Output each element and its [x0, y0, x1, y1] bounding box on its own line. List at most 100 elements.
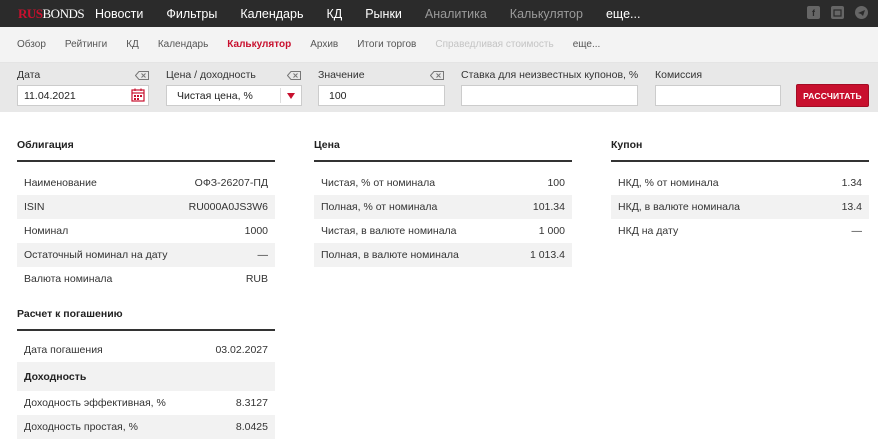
row-label: НКД, % от номинала [618, 177, 719, 189]
nav-item-calculator[interactable]: Калькулятор [510, 7, 583, 21]
row-label: НКД, в валюте номинала [618, 201, 740, 213]
nav-item-kd[interactable]: КД [326, 7, 342, 21]
price-rows: Чистая, % от номинала 100 Полная, % от но… [314, 171, 572, 267]
clear-date-icon[interactable] [135, 71, 149, 80]
tab-trading-results[interactable]: Итоги торгов [357, 39, 416, 50]
coupon-section-title: Купон [611, 139, 869, 162]
row-label: Чистая, % от номинала [321, 177, 436, 189]
table-row: Полная, % от номинала 101.34 [314, 195, 572, 219]
unknown-coupon-rate-label: Ставка для неизвестных купонов, % [461, 69, 639, 81]
yield-subheader: Доходность [17, 362, 275, 391]
row-value: 100 [547, 177, 565, 189]
table-row: Дата погашения 03.02.2027 [17, 338, 275, 362]
nav-item-more[interactable]: еще... [606, 7, 640, 21]
row-label: Остаточный номинал на дату [24, 249, 168, 261]
table-row: Чистая, в валюте номинала 1 000 [314, 219, 572, 243]
nav-item-filters[interactable]: Фильтры [166, 7, 217, 21]
table-row: НКД на дату — [611, 219, 869, 243]
row-value: 1.34 [841, 177, 862, 189]
row-label: ISIN [24, 201, 45, 213]
tab-calculator[interactable]: Калькулятор [227, 39, 291, 50]
dropdown-arrow-icon[interactable] [287, 93, 295, 99]
tab-calendar[interactable]: Календарь [158, 39, 208, 50]
telegram-icon[interactable] [855, 6, 868, 19]
table-row: Номинал 1000 [17, 219, 275, 243]
rusbonds-logo[interactable]: RUSBONDS [18, 7, 85, 20]
nav-item-news[interactable]: Новости [95, 7, 143, 21]
table-row: Полная, в валюте номинала 1 013.4 [314, 243, 572, 267]
bond-rows: Наименование ОФЗ-26207-ПД ISIN RU000A0JS3W… [17, 171, 275, 291]
row-label: Валюта номинала [24, 273, 113, 285]
unknown-coupon-rate-input[interactable] [461, 85, 638, 106]
top-navbar: RUSBONDS Новости Фильтры Календарь КД Ры… [0, 0, 878, 27]
row-label: Полная, % от номинала [321, 201, 438, 213]
price-type-select[interactable]: Чистая цена, % [166, 85, 302, 106]
tab-archive[interactable]: Архив [310, 39, 338, 50]
maturity-rows: Дата погашения 03.02.2027 Доходность Дохо… [17, 338, 275, 439]
row-value: 8.0425 [235, 421, 268, 433]
table-row: Валюта номинала RUB [17, 267, 275, 291]
calculator-form: Дата 11.04.2021 Цена / доходность Чистая… [0, 63, 878, 112]
tab-overview[interactable]: Обзор [17, 39, 46, 50]
row-value: 1 013.4 [529, 249, 565, 261]
tab-fair-value[interactable]: Справедливая стоимость [435, 39, 553, 50]
table-row: НКД, в валюте номинала 13.4 [611, 195, 869, 219]
row-label: Доходность [24, 370, 87, 383]
row-value: — [851, 225, 863, 237]
nav-item-analytics[interactable]: Аналитика [425, 7, 487, 21]
row-value: — [257, 249, 269, 261]
value-label: Значение [318, 69, 365, 81]
table-row: Чистая, % от номинала 100 [314, 171, 572, 195]
price-section: Цена Чистая, % от номинала 100 Полная, % … [314, 139, 572, 267]
row-value: RUB [245, 273, 268, 285]
vk-icon-glyph [833, 8, 842, 17]
row-label: Полная, в валюте номинала [321, 249, 459, 261]
row-value: 03.02.2027 [215, 344, 268, 356]
sub-menu: Обзор Рейтинги КД Календарь Калькулятор … [17, 39, 619, 50]
facebook-icon[interactable]: f [807, 6, 820, 19]
maturity-section-title: Расчет к погашению [17, 308, 275, 331]
date-label: Дата [17, 69, 41, 81]
row-label: Доходность простая, % [24, 421, 138, 433]
coupon-rows: НКД, % от номинала 1.34 НКД, в валюте ном… [611, 171, 869, 243]
row-value: 1 000 [538, 225, 565, 237]
vk-icon[interactable] [831, 6, 844, 19]
row-value: 8.3127 [235, 397, 268, 409]
date-input[interactable]: 11.04.2021 [17, 85, 149, 106]
commission-input[interactable] [655, 85, 781, 106]
tab-kd[interactable]: КД [126, 39, 139, 50]
social-icons: f [807, 6, 868, 19]
nav-item-markets[interactable]: Рынки [365, 7, 402, 21]
tab-ratings[interactable]: Рейтинги [65, 39, 107, 50]
price-section-title: Цена [314, 139, 572, 162]
tab-more[interactable]: еще... [573, 39, 601, 50]
maturity-section: Расчет к погашению Дата погашения 03.02.2… [17, 308, 275, 439]
telegram-icon-glyph [858, 9, 865, 16]
row-label: Номинал [24, 225, 69, 237]
table-row: ISIN RU000A0JS3W6 [17, 195, 275, 219]
price-yield-label: Цена / доходность [166, 69, 256, 81]
row-label: Чистая, в валюте номинала [321, 225, 457, 237]
table-row: Наименование ОФЗ-26207-ПД [17, 171, 275, 195]
select-divider [280, 88, 281, 103]
clear-value-icon[interactable] [430, 71, 444, 80]
bond-section-title: Облигация [17, 139, 275, 162]
row-label: НКД на дату [618, 225, 679, 237]
table-row: Доходность эффективная, % 8.3127 [17, 391, 275, 415]
row-label: Доходность эффективная, % [24, 397, 166, 409]
row-value: RU000A0JS3W6 [188, 201, 268, 213]
nav-item-calendar[interactable]: Календарь [240, 7, 303, 21]
calculate-button[interactable]: РАССЧИТАТЬ [796, 84, 869, 107]
calendar-icon[interactable] [131, 88, 145, 102]
main-menu: Новости Фильтры Календарь КД Рынки Анали… [95, 7, 663, 21]
coupon-section: Купон НКД, % от номинала 1.34 НКД, в валю… [611, 139, 869, 243]
row-value: ОФЗ-26207-ПД [194, 177, 268, 189]
bond-section: Облигация Наименование ОФЗ-26207-ПД ISIN R… [17, 139, 275, 291]
value-input[interactable]: 100 [318, 85, 445, 106]
row-value: 101.34 [532, 201, 565, 213]
clear-price-icon[interactable] [287, 71, 301, 80]
sub-navbar: Обзор Рейтинги КД Календарь Калькулятор … [0, 27, 878, 63]
row-value: 1000 [244, 225, 268, 237]
commission-label: Комиссия [655, 69, 703, 81]
table-row: Доходность простая, % 8.0425 [17, 415, 275, 439]
